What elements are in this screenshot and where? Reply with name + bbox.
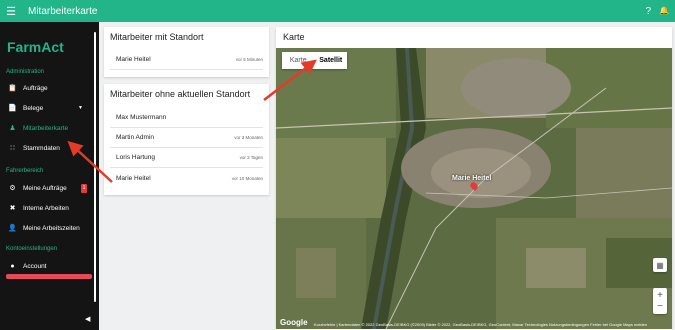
sidebar-item-label: Belege (23, 104, 44, 112)
marker-label: Marie Heitel (452, 175, 492, 182)
last-seen: vor 3 Monaten (234, 135, 263, 140)
chevron-down-icon: ▼ (78, 105, 83, 111)
user-clock-icon: 👤 (8, 225, 17, 232)
employee-name: Max Mustermann (116, 114, 167, 121)
map-layers-icon[interactable]: ▦ (653, 258, 667, 272)
card-title: Mitarbeiter ohne aktuellen Standort (110, 89, 251, 99)
sidebar-item-label: Interne Arbeiten (23, 204, 69, 212)
collapse-sidebar-icon[interactable]: ◀ (85, 315, 90, 323)
tractor-icon: ⚙ (9, 185, 16, 192)
section-fahrerbereich: Fahrerbereich (6, 168, 44, 174)
page-title: Mitarbeiterkarte (28, 5, 98, 17)
employee-name: Marie Heitel (116, 56, 151, 63)
sidebar-item-label: Stammdaten (23, 144, 60, 152)
employee-row[interactable]: Loris Hartung vor 2 Tagen (110, 148, 263, 168)
sidebar-item-meine-auftraege[interactable]: ⚙ Meine Aufträge 1 (0, 178, 99, 198)
zoom-out-button[interactable]: − (657, 301, 663, 312)
card-title: Karte (283, 32, 305, 42)
sidebar: FarmAct Administration 📋 Aufträge 📄 Bele… (0, 22, 99, 330)
card-title: Mitarbeiter mit Standort (110, 32, 204, 42)
sidebar-item-interne-arbeiten[interactable]: ✖ Interne Arbeiten (0, 198, 99, 218)
section-administration: Administration (6, 69, 45, 75)
employee-row[interactable]: Marie Heitel vor 10 Monaten (110, 168, 263, 188)
sidebar-item-meine-arbeitszeiten[interactable]: 👤 Meine Arbeitszeiten (0, 218, 99, 238)
logo: FarmAct (7, 39, 64, 55)
sidebar-item-label: Mitarbeiterkarte (23, 124, 69, 132)
sidebar-item-label: Aufträge (23, 84, 48, 92)
zoom-control: + − (653, 288, 667, 314)
map-type-toggle: Karte Satellit (282, 52, 347, 69)
count-badge: 1 (81, 183, 87, 193)
employee-row[interactable]: Max Mustermann (110, 108, 263, 128)
google-logo: Google (280, 318, 308, 327)
employees-icon: ♟ (9, 125, 16, 132)
sidebar-item-belege[interactable]: 📄 Belege ▼ (0, 98, 99, 118)
account-icon: ● (10, 262, 15, 270)
section-kontoeinstellungen: Kontoeinstellungen (6, 246, 58, 252)
employee-row[interactable]: Marie Heitel vor 5 Minuten (110, 50, 263, 70)
sidebar-item-label: Meine Arbeitszeiten (23, 224, 80, 232)
card-with-location: Mitarbeiter mit Standort Marie Heitel vo… (104, 27, 269, 77)
employee-name: Martin Admin (116, 134, 154, 141)
sidebar-item-auftraege[interactable]: 📋 Aufträge (0, 78, 99, 98)
employee-name: Loris Hartung (116, 154, 156, 161)
red-action-bar[interactable] (6, 274, 92, 279)
sidebar-item-label: Account (23, 262, 47, 270)
last-seen: vor 2 Tagen (239, 155, 263, 160)
sidebar-scrollbar[interactable] (94, 32, 96, 302)
card-without-location: Mitarbeiter ohne aktuellen Standort Max … (104, 84, 269, 195)
sidebar-item-mitarbeiterkarte[interactable]: ♟ Mitarbeiterkarte (0, 118, 99, 138)
map-type-karte[interactable]: Karte (282, 52, 315, 69)
map-type-satellit[interactable]: Satellit (315, 52, 348, 69)
last-seen: vor 10 Monaten (231, 175, 263, 181)
document-icon: 📄 (8, 105, 17, 112)
employee-name: Marie Heitel (116, 174, 151, 182)
map-attribution: Kurzbefehle | Kartendaten © 2022 GeoBasi… (314, 322, 648, 327)
clipboard-icon: 📋 (8, 85, 17, 92)
tools-icon: ✖ (9, 205, 16, 212)
menu-icon[interactable]: ☰ (0, 0, 22, 22)
sidebar-item-stammdaten[interactable]: ∷ Stammdaten (0, 138, 99, 158)
last-seen: vor 5 Minuten (235, 57, 263, 62)
sidebar-item-label: Meine Aufträge (23, 184, 67, 192)
top-app-bar: ☰ Mitarbeiterkarte ? 🔔 (0, 0, 675, 22)
zoom-in-button[interactable]: + (657, 290, 663, 301)
notification-bell-icon[interactable]: 🔔 (659, 6, 669, 17)
hierarchy-icon: ∷ (10, 145, 15, 152)
employee-row[interactable]: Martin Admin vor 3 Monaten (110, 128, 263, 148)
sidebar-item-account[interactable]: ● Account (0, 256, 99, 276)
help-icon[interactable]: ? (645, 6, 651, 17)
